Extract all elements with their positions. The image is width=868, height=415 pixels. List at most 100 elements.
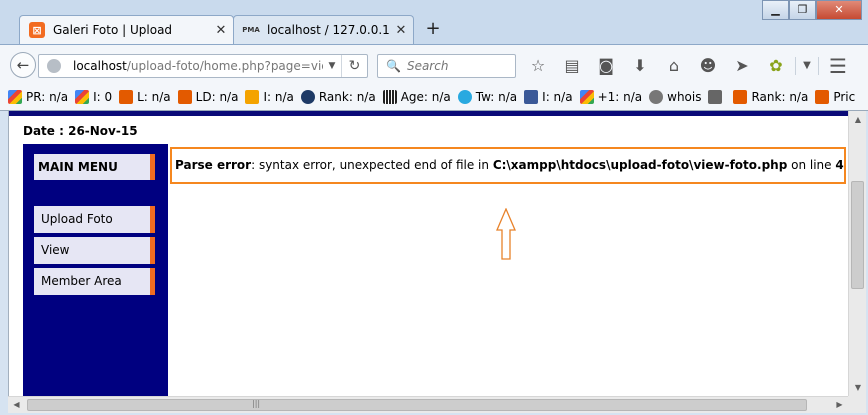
scroll-up-icon[interactable]: ▲ [849, 111, 867, 128]
seo-label: Tw: n/a [475, 90, 518, 104]
tab-title: Galeri Foto | Upload [53, 23, 173, 37]
php-error-message: Parse error: syntax error, unexpected en… [170, 147, 846, 184]
error-file: C:\xampp\htdocs\upload-foto\view-foto.ph… [492, 158, 788, 172]
seo-label: Rank: n/a [751, 90, 809, 104]
google-icon [579, 90, 594, 104]
home-icon[interactable]: ⌂ [657, 54, 691, 78]
seo-toolbar: PR: n/a I: 0 L: n/a LD: n/a I: n/a Rank:… [0, 84, 868, 111]
url-dropdown-icon[interactable]: ▼ [323, 61, 341, 71]
close-tab-icon[interactable]: ✕ [392, 23, 410, 38]
orange-icon [733, 90, 748, 104]
seo-item[interactable]: LD: n/a [177, 90, 239, 104]
window-controls: ▁ ❐ ✕ [762, 0, 862, 20]
bing-icon [245, 90, 260, 104]
seo-item[interactable]: Tw: n/a [457, 90, 518, 104]
tab-phpmyadmin[interactable]: PMA localhost / 127.0.0.1 / db_u... ✕ [233, 15, 414, 44]
error-label: Parse error [175, 158, 252, 172]
source-icon [708, 90, 723, 104]
twitter-icon [457, 90, 472, 104]
facebook-icon [524, 90, 539, 104]
orange-icon [177, 90, 192, 104]
date-label: Date : 26-Nov-15 [23, 124, 138, 138]
error-middle: on line [787, 158, 836, 172]
menu-icon[interactable]: ☰ [821, 54, 855, 78]
page-viewport: Date : 26-Nov-15 MAIN MENU Upload Foto V… [8, 111, 848, 396]
menu-item-member-area[interactable]: Member Area [34, 268, 155, 295]
seo-label: LD: n/a [195, 90, 239, 104]
tab-title: localhost / 127.0.0.1 / db_u... [267, 23, 392, 37]
seo-item[interactable]: Pric [815, 90, 855, 104]
seo-label: +1: n/a [597, 90, 643, 104]
seo-item[interactable]: I: n/a [245, 90, 294, 104]
seo-item[interactable] [708, 90, 726, 104]
download-icon[interactable]: ⬇ [623, 54, 657, 78]
seo-item[interactable]: PR: n/a [8, 90, 68, 104]
seo-item[interactable]: Rank: n/a [733, 90, 808, 104]
close-window-button[interactable]: ✕ [816, 0, 862, 20]
google-icon [8, 90, 22, 104]
reading-list-icon[interactable]: ▤ [555, 54, 589, 78]
phpmyadmin-icon: PMA [242, 26, 260, 34]
seo-item[interactable]: +1: n/a [579, 90, 643, 104]
minimize-button[interactable]: ▁ [762, 0, 789, 20]
scroll-grip-icon: ||| [252, 399, 261, 408]
seo-label: whois [667, 90, 702, 104]
vertical-scrollbar[interactable]: ▲ ▼ [848, 111, 866, 396]
seo-label: PR: n/a [26, 90, 69, 104]
scrollbar-corner [848, 396, 866, 413]
separator [818, 57, 819, 75]
seo-label: Rank: n/a [318, 90, 376, 104]
url-host: localhost [73, 59, 127, 73]
url-text[interactable]: localhost/upload-foto/home.php?page=view [73, 59, 323, 73]
seo-item[interactable]: I: n/a [524, 90, 573, 104]
orange-icon [815, 90, 830, 104]
error-text: : syntax error, unexpected end of file i… [251, 158, 493, 172]
close-tab-icon[interactable]: ✕ [212, 23, 230, 38]
seo-item[interactable]: Rank: n/a [300, 90, 376, 104]
back-button[interactable]: ← [10, 52, 36, 78]
scroll-left-icon[interactable]: ◀ [8, 397, 25, 413]
search-input[interactable] [406, 59, 507, 73]
horizontal-scroll-thumb[interactable] [27, 399, 807, 411]
orange-icon [119, 90, 134, 104]
tab-galeri-foto[interactable]: ⊠ Galeri Foto | Upload ✕ [19, 15, 234, 44]
url-path: /upload-foto/home.php?page=view [126, 59, 323, 73]
menu-item-upload-foto[interactable]: Upload Foto [34, 206, 155, 233]
seo-label: I: n/a [542, 90, 573, 104]
seo-item[interactable]: I: 0 [75, 90, 112, 104]
seo-item[interactable]: whois [649, 90, 701, 104]
reload-icon[interactable]: ↻ [341, 55, 367, 77]
gear-icon [649, 90, 664, 104]
error-line: 45 [835, 158, 844, 172]
separator [795, 57, 796, 75]
globe-icon [47, 59, 61, 73]
seo-label: I: 0 [93, 90, 113, 104]
menu-item-view[interactable]: View [34, 237, 155, 264]
google-icon [75, 90, 90, 104]
scroll-down-icon[interactable]: ▼ [849, 379, 867, 396]
scroll-right-icon[interactable]: ▶ [831, 397, 848, 413]
toolbar-icons: ☆ ▤ ◙ ⬇ ⌂ ☻ ➤ ✿ ▼ ☰ [521, 54, 855, 78]
new-tab-button[interactable]: + [420, 17, 446, 41]
dropdown-icon[interactable]: ▼ [798, 54, 816, 78]
seo-label: I: n/a [263, 90, 294, 104]
addon-icon[interactable]: ✿ [759, 54, 793, 78]
alexa-icon [300, 90, 315, 104]
send-icon[interactable]: ➤ [725, 54, 759, 78]
archive-icon [382, 90, 397, 104]
seo-label: L: n/a [137, 90, 171, 104]
xampp-icon: ⊠ [29, 22, 45, 38]
navigation-toolbar: ← localhost/upload-foto/home.php?page=vi… [0, 44, 868, 84]
seo-item[interactable]: Age: n/a [382, 90, 451, 104]
page-header-strip [9, 111, 848, 116]
smiley-icon[interactable]: ☻ [691, 54, 725, 78]
address-bar[interactable]: localhost/upload-foto/home.php?page=view… [38, 54, 368, 78]
horizontal-scrollbar[interactable]: ◀ ||| ▶ [8, 396, 848, 413]
search-box[interactable]: 🔍 [377, 54, 516, 78]
star-icon[interactable]: ☆ [521, 54, 555, 78]
vertical-scroll-thumb[interactable] [851, 181, 864, 289]
pocket-icon[interactable]: ◙ [589, 54, 623, 78]
up-arrow-icon [496, 208, 516, 260]
restore-button[interactable]: ❐ [789, 0, 816, 20]
seo-item[interactable]: L: n/a [119, 90, 171, 104]
